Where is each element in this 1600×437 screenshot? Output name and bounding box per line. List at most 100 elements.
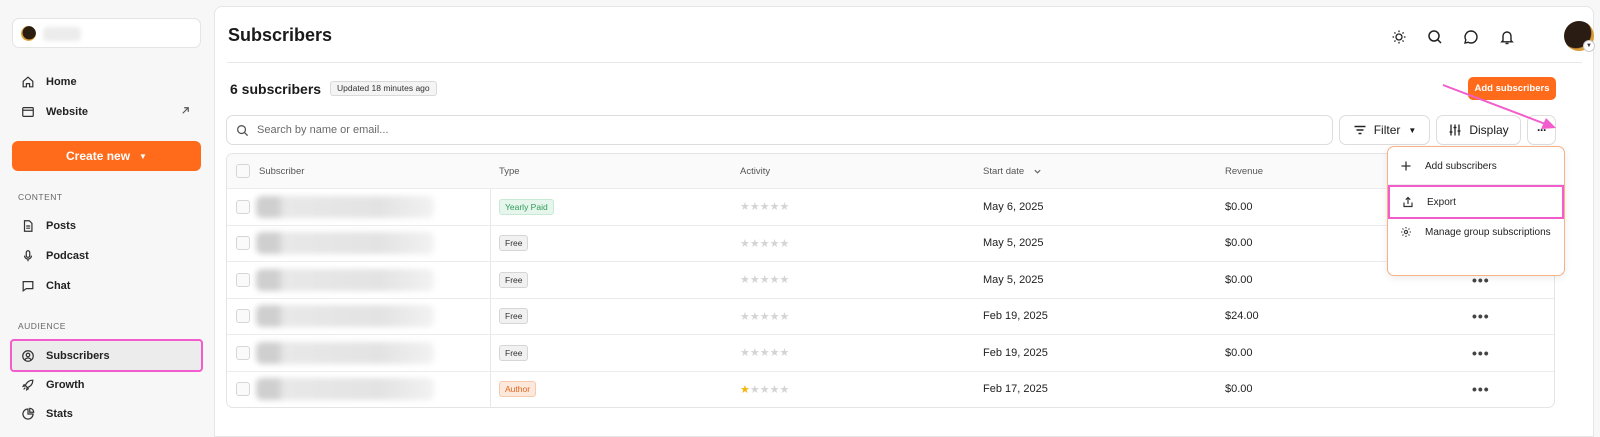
column-header-start-date[interactable]: Start date [983,154,1042,188]
table-row[interactable]: Yearly Paid ★★★★★ May 6, 2025 $0.00 [227,188,1554,225]
row-checkbox[interactable] [236,345,250,360]
start-date-cell: Feb 19, 2025 [983,346,1048,359]
star-icon: ★ [749,237,760,250]
table-row[interactable]: Free ★★★★★ May 5, 2025 $0.00 [227,224,1554,262]
column-header-revenue[interactable]: Revenue [1225,154,1263,188]
caret-down-icon: ▼ [139,151,147,161]
row-checkbox[interactable] [236,236,250,251]
chevron-down-icon[interactable]: ▼ [1583,40,1595,52]
sun-icon[interactable] [1390,28,1408,46]
activity-stars: ★★★★★ [740,273,789,286]
publication-switcher[interactable] [12,18,201,48]
updated-badge: Updated 18 minutes ago [330,81,437,96]
row-checkbox[interactable] [236,382,250,397]
star-icon: ★ [769,274,780,287]
bell-icon[interactable] [1498,28,1516,46]
star-icon: ★ [759,310,770,323]
main-panel: Subscribers ▼ 6 subscribers Updated 18 m… [214,6,1595,437]
pie-chart-icon [21,407,35,421]
search-input[interactable] [257,121,1317,139]
activity-cell: ★★★★★ [740,226,789,262]
sidebar-item-growth[interactable]: Growth [12,370,201,399]
row-more-button[interactable]: ••• [1472,372,1490,408]
sidebar-item-stats[interactable]: Stats [12,399,201,428]
type-badge: Free [499,344,529,361]
sidebar-item-subscribers[interactable]: Subscribers [10,339,203,372]
upload-icon [1402,196,1414,208]
start-date-label: Start date [983,165,1025,177]
column-header-subscriber[interactable]: Subscriber [259,154,304,188]
filter-button[interactable]: Filter ▼ [1339,115,1430,145]
subscriber-name-redacted [256,341,434,364]
start-date-cell: May 6, 2025 [983,200,1044,213]
activity-stars: ★★★★★ [740,383,789,396]
column-header-activity[interactable]: Activity [740,154,770,188]
start-date-cell: May 5, 2025 [983,237,1044,250]
message-icon[interactable] [1462,28,1480,46]
search-icon[interactable] [1426,28,1444,46]
star-icon: ★ [749,347,760,360]
create-new-button[interactable]: Create new ▼ [12,141,201,171]
star-icon: ★ [740,347,750,360]
sidebar-item-posts[interactable]: Posts [12,211,201,240]
display-label: Display [1469,123,1509,137]
menu-item-add-subscribers[interactable]: Add subscribers [1388,151,1564,181]
star-icon: ★ [779,274,790,287]
sidebar: Home Website Create new ▼ CONTENT Posts … [0,0,213,437]
table-row[interactable]: Free ★★★★★ Feb 19, 2025 $24.00 ••• [227,297,1554,335]
more-options-menu: Add subscribers Export Manage group subs… [1387,146,1565,276]
chat-icon [21,279,35,293]
sidebar-item-label: Podcast [46,249,89,262]
select-all-checkbox[interactable] [236,164,250,178]
sidebar-item-chat[interactable]: Chat [12,271,201,300]
website-icon [21,105,35,119]
activity-cell: ★★★★★ [740,262,789,298]
menu-item-label: Export [1427,196,1456,208]
table-row[interactable]: Free ★★★★★ Feb 19, 2025 $0.00 ••• [227,334,1554,371]
sidebar-item-website[interactable]: Website [12,97,201,126]
menu-item-manage-group-subscriptions[interactable]: Manage group subscriptions [1388,217,1564,247]
microphone-icon [21,249,35,263]
sidebar-item-label: Growth [46,378,85,391]
table-row[interactable]: Author ★★★★★ Feb 17, 2025 $0.00 ••• [227,370,1554,408]
star-icon: ★ [769,383,780,396]
column-header-type[interactable]: Type [499,154,520,188]
row-checkbox[interactable] [236,272,250,287]
header-divider [227,62,1582,63]
star-icon: ★ [749,201,760,214]
more-options-button[interactable]: ··· [1527,115,1556,145]
publication-name-redacted [43,27,81,41]
publication-logo [21,26,36,41]
subscriber-name-redacted [256,195,434,218]
row-more-button[interactable]: ••• [1472,299,1490,335]
activity-stars: ★★★★★ [740,346,789,359]
table-row[interactable]: Free ★★★★★ May 5, 2025 $0.00 ••• [227,261,1554,298]
row-checkbox[interactable] [236,199,250,214]
sidebar-item-home[interactable]: Home [12,67,201,96]
activity-cell: ★★★★★ [740,299,789,335]
star-icon: ★ [779,383,790,396]
star-icon: ★ [740,274,750,287]
gear-icon [1400,226,1412,238]
table-header-row: Subscriber Type Activity Start date Reve… [227,154,1554,188]
activity-cell: ★★★★★ [740,372,789,408]
row-checkbox[interactable] [236,309,250,324]
filter-label: Filter [1373,123,1401,137]
star-icon: ★ [769,201,780,214]
row-more-button[interactable]: ••• [1472,335,1490,371]
menu-item-export[interactable]: Export [1388,185,1564,219]
external-link-icon [180,105,191,116]
add-subscribers-button[interactable]: Add subscribers [1468,77,1556,100]
display-button[interactable]: Display [1436,115,1521,145]
activity-stars: ★★★★★ [740,237,789,250]
subscriber-name-redacted [256,268,434,291]
star-icon: ★ [769,310,780,323]
star-icon: ★ [749,310,760,323]
star-icon: ★ [759,237,770,250]
sidebar-item-podcast[interactable]: Podcast [12,241,201,270]
activity-stars: ★★★★★ [740,310,789,323]
sort-chevron-down-icon [1033,167,1042,176]
subscriber-name-redacted [256,378,434,401]
type-badge: Free [499,271,529,288]
menu-item-label: Add subscribers [1425,160,1497,172]
